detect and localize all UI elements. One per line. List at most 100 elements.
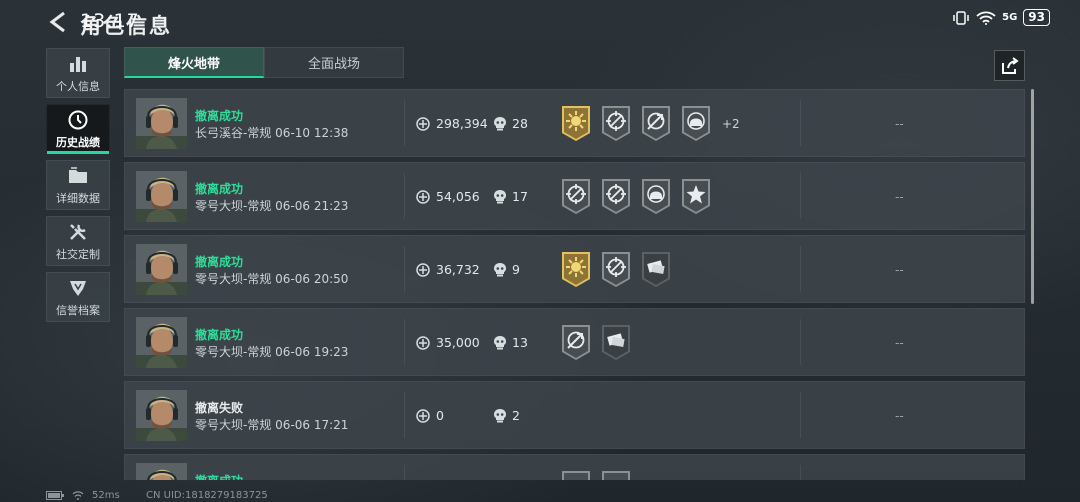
- medal-list: +2: [560, 106, 740, 141]
- match-datetime: 06-06 21:23: [275, 199, 349, 213]
- match-row[interactable]: 撤离成功 零号大坝-常规 06-06 20:50 36,732 9 --: [124, 235, 1025, 303]
- tab-hazard-zone[interactable]: 烽火地带: [124, 47, 264, 78]
- more-medals-count[interactable]: +2: [722, 117, 740, 131]
- divider: [800, 100, 801, 146]
- match-history-list[interactable]: 撤离成功 长弓溪谷-常规 06-10 12:38 298,394 28 +2 -…: [124, 89, 1026, 480]
- crosshair-medal-icon[interactable]: [600, 252, 632, 287]
- money-medal-icon[interactable]: [640, 252, 672, 287]
- match-row[interactable]: 撤离失败 零号大坝-常规 06-06 17:21 0 2 --: [124, 381, 1025, 449]
- map-name: 零号大坝-常规: [195, 418, 272, 432]
- map-and-time: 长弓溪谷-常规 06-10 12:38: [195, 124, 348, 141]
- network-label: 5G: [1002, 12, 1018, 23]
- back-arrow-icon[interactable]: [46, 10, 70, 34]
- sidebar-item-history[interactable]: 历史战绩: [46, 104, 110, 154]
- avatar: [136, 98, 187, 149]
- crosshair-medal-icon[interactable]: [600, 471, 632, 480]
- kill-count: 2: [512, 408, 520, 423]
- extraction-status: 撤离成功: [195, 328, 244, 342]
- sidebar-item-profile[interactable]: 个人信息: [46, 48, 110, 98]
- kill-count: 13: [512, 335, 528, 350]
- divider: [800, 246, 801, 292]
- sidebar-item-credit[interactable]: 信誉档案: [46, 272, 110, 322]
- mode-tabs: 烽火地带 全面战场: [124, 47, 404, 78]
- battery-indicator: 93: [1023, 9, 1050, 26]
- match-extra-info: --: [895, 117, 904, 131]
- crosshair-medal-icon[interactable]: [560, 179, 592, 214]
- match-extra-info: --: [895, 336, 904, 350]
- footer-network: 52ms: [46, 490, 120, 501]
- value-coin-icon: [416, 409, 430, 423]
- match-extra-info: --: [895, 409, 904, 423]
- map-name: 零号大坝-常规: [195, 272, 272, 286]
- share-button[interactable]: [994, 50, 1025, 81]
- sidebar-item-details[interactable]: 详细数据: [46, 160, 110, 210]
- match-row[interactable]: 撤离成功: [124, 454, 1025, 480]
- list-scrollbar[interactable]: [1031, 89, 1034, 304]
- battery-icon: [46, 491, 64, 500]
- helmet-medal-icon[interactable]: [680, 106, 712, 141]
- avatar: [136, 463, 187, 480]
- match-datetime: 06-06 19:23: [275, 345, 349, 359]
- match-extra-info: --: [895, 190, 904, 204]
- match-value: 298,394: [436, 116, 488, 131]
- wifi-icon: [72, 491, 84, 500]
- history-clock-icon: [68, 110, 88, 129]
- sidebar-item-label: 历史战绩: [56, 135, 100, 149]
- user-uid: CN UID:1818279183725: [146, 490, 268, 501]
- avatar: [136, 317, 187, 368]
- value-coin-icon: [416, 117, 430, 131]
- match-row[interactable]: 撤离成功 零号大坝-常规 06-06 21:23 54,056 17 --: [124, 162, 1025, 230]
- divider: [800, 465, 801, 480]
- match-value: 35,000: [436, 335, 480, 350]
- map-and-time: 零号大坝-常规 06-06 17:21: [195, 416, 348, 433]
- helmet-medal-icon[interactable]: [640, 179, 672, 214]
- divider: [800, 173, 801, 219]
- kill-count: 28: [512, 116, 528, 131]
- map-name: 零号大坝-常规: [195, 199, 272, 213]
- match-row[interactable]: 撤离成功 零号大坝-常规 06-06 19:23 35,000 13 --: [124, 308, 1025, 376]
- wifi-icon: [976, 11, 996, 25]
- sidebar-item-label: 社交定制: [56, 247, 100, 261]
- vibrate-icon: [953, 10, 969, 25]
- gold-sun-medal-icon[interactable]: [560, 106, 592, 141]
- skull-icon: [494, 117, 506, 131]
- sidebar-item-label: 个人信息: [56, 79, 100, 93]
- gold-sun-medal-icon[interactable]: [560, 252, 592, 287]
- divider: [404, 392, 405, 438]
- match-extra-info: --: [895, 263, 904, 277]
- share-icon: [1001, 56, 1019, 74]
- star-medal-icon[interactable]: [680, 179, 712, 214]
- divider: [404, 173, 405, 219]
- match-datetime: 06-06 17:21: [275, 418, 349, 432]
- divider: [800, 319, 801, 365]
- map-and-time: 零号大坝-常规 06-06 20:50: [195, 270, 348, 287]
- medal-list: [560, 471, 632, 480]
- avatar: [136, 390, 187, 441]
- crosshair-arrow-medal-icon[interactable]: [560, 325, 592, 360]
- extraction-status: 撤离成功: [195, 182, 244, 196]
- tab-battlefield[interactable]: 全面战场: [264, 47, 404, 78]
- extraction-status: 撤离成功: [195, 255, 244, 269]
- crosshair-medal-icon[interactable]: [600, 179, 632, 214]
- kill-count: 9: [512, 262, 520, 277]
- map-and-time: 零号大坝-常规 06-06 19:23: [195, 343, 348, 360]
- crosshair-medal-icon[interactable]: [600, 106, 632, 141]
- map-and-time: 零号大坝-常规 06-06 21:23: [195, 197, 348, 214]
- money-medal-icon[interactable]: [600, 325, 632, 360]
- sidebar-item-label: 详细数据: [56, 191, 100, 205]
- skull-icon: [494, 263, 506, 277]
- extraction-status: 撤离成功: [195, 109, 244, 123]
- crosshair-medal-icon[interactable]: [560, 471, 592, 480]
- match-datetime: 06-10 12:38: [275, 126, 349, 140]
- match-row[interactable]: 撤离成功 长弓溪谷-常规 06-10 12:38 298,394 28 +2 -…: [124, 89, 1025, 157]
- ping-value: 52ms: [92, 490, 120, 501]
- medal-list: [560, 325, 632, 360]
- map-name: 长弓溪谷-常规: [195, 126, 272, 140]
- map-name: 零号大坝-常规: [195, 345, 272, 359]
- medal-list: [560, 179, 712, 214]
- crosshair-arrow-medal-icon[interactable]: [640, 106, 672, 141]
- skull-icon: [494, 336, 506, 350]
- sidebar-item-social[interactable]: 社交定制: [46, 216, 110, 266]
- medal-list: [560, 252, 672, 287]
- bar-chart-icon: [70, 56, 86, 72]
